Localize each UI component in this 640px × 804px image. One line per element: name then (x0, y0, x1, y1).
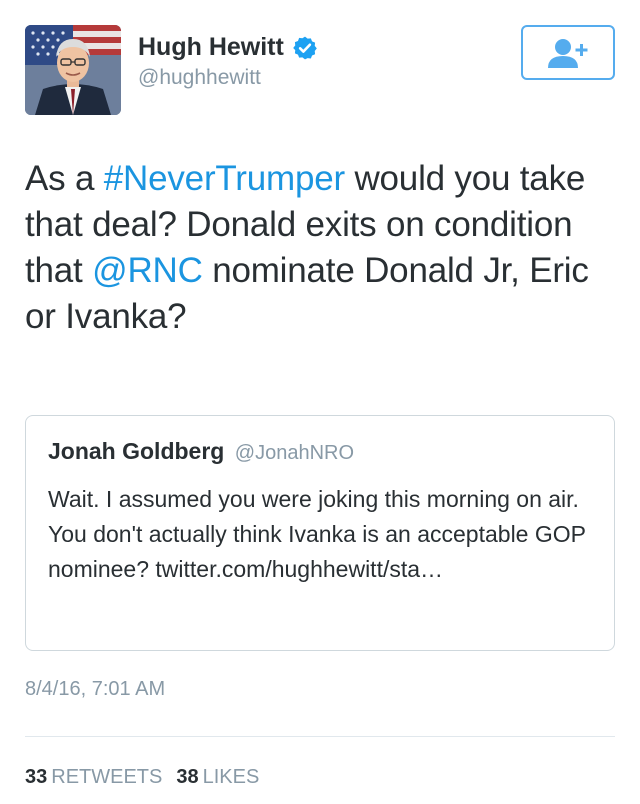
tweet-header: Hugh Hewitt @hughhewitt (25, 25, 615, 115)
mention-link[interactable]: @RNC (92, 251, 203, 290)
likes-label: LIKES (202, 766, 260, 788)
quoted-tweet-card[interactable]: Jonah Goldberg @JonahNRO Wait. I assumed… (25, 415, 615, 651)
hashtag-link[interactable]: #NeverTrumper (104, 159, 345, 198)
add-user-icon (548, 38, 588, 68)
retweets-count: 33 (25, 766, 48, 788)
author-names: Hugh Hewitt @hughhewitt (138, 33, 318, 90)
likes-stat[interactable]: 38 LIKES (176, 766, 259, 788)
tweet-timestamp[interactable]: 8/4/16, 7:01 AM (25, 678, 165, 701)
retweets-label: RETWEETS (51, 766, 163, 788)
avatar-photo (25, 25, 121, 115)
quoted-tweet-text: Wait. I assumed you were joking this mor… (48, 486, 586, 582)
follow-button[interactable] (521, 25, 615, 80)
tweet-text: As a #NeverTrumper would you take that d… (25, 156, 615, 340)
quoted-author-name: Jonah Goldberg (48, 438, 225, 464)
name-row: Hugh Hewitt (138, 33, 318, 62)
retweets-stat[interactable]: 33 RETWEETS (25, 766, 162, 788)
verified-badge-icon (293, 36, 317, 59)
likes-count: 38 (176, 766, 199, 788)
quoted-author-handle: @JonahNRO (234, 442, 355, 464)
author-display-name[interactable]: Hugh Hewitt (138, 33, 284, 62)
tweet-stats: 33 RETWEETS 38 LIKES (25, 766, 259, 789)
divider (25, 736, 615, 737)
author-handle[interactable]: @hughhewitt (138, 66, 318, 90)
tweet-text-segment: As a (25, 159, 104, 198)
avatar[interactable] (25, 25, 121, 115)
quoted-tweet-header: Jonah Goldberg @JonahNRO (48, 438, 354, 465)
